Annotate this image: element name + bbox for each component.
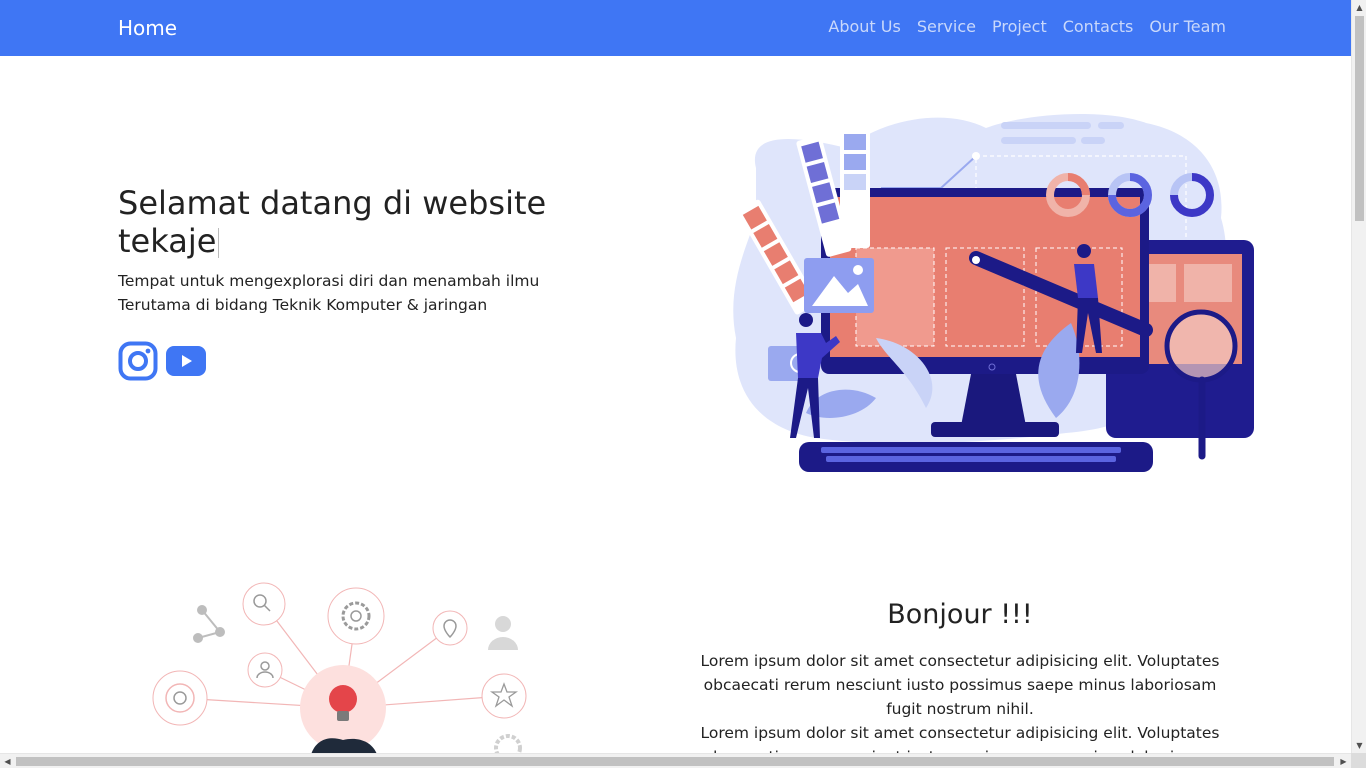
hero-title: Selamat datang di website tekaje [118,184,588,260]
nav-link-service[interactable]: Service [917,16,976,38]
web-design-illustration [733,113,1254,472]
horizontal-scrollbar[interactable]: ◀ ▶ [0,753,1351,768]
instagram-icon[interactable] [118,341,158,381]
idea-network-illustration [152,582,527,753]
scrollbar-corner [1351,753,1366,768]
scroll-down-arrow-icon[interactable]: ▼ [1352,738,1366,753]
social-links [118,341,206,381]
hero-subtitle: Tempat untuk mengexplorasi diri dan mena… [118,269,588,317]
typing-caret [218,228,220,258]
about-paragraph-2: Lorem ipsum dolor sit amet consectetur a… [700,724,1220,753]
hero-subtitle-line-2: Terutama di bidang Teknik Komputer & jar… [118,296,488,314]
scroll-up-arrow-icon[interactable]: ▲ [1352,0,1366,15]
youtube-icon[interactable] [166,346,206,376]
nav-brand-home[interactable]: Home [118,14,177,42]
vertical-scrollbar[interactable]: ▲ ▼ [1351,0,1366,753]
about-heading: Bonjour !!! [887,599,1033,630]
nav-links: About Us Service Project Contacts Our Te… [828,16,1226,38]
about-paragraph-1: Lorem ipsum dolor sit amet consectetur a… [700,652,1220,718]
nav-link-about-us[interactable]: About Us [828,16,900,38]
nav-link-contacts[interactable]: Contacts [1063,16,1134,38]
hero-title-text: Selamat datang di website tekaje [118,184,547,260]
scroll-right-arrow-icon[interactable]: ▶ [1336,754,1351,768]
nav-link-project[interactable]: Project [992,16,1047,38]
vertical-scroll-thumb[interactable] [1355,16,1364,221]
nav-link-our-team[interactable]: Our Team [1149,16,1226,38]
navbar: Home About Us Service Project Contacts O… [0,0,1351,56]
scroll-left-arrow-icon[interactable]: ◀ [0,754,15,768]
horizontal-scroll-thumb[interactable] [16,757,1334,766]
page-viewport: Home About Us Service Project Contacts O… [0,0,1351,753]
hero-subtitle-line-1: Tempat untuk mengexplorasi diri dan mena… [118,272,540,290]
